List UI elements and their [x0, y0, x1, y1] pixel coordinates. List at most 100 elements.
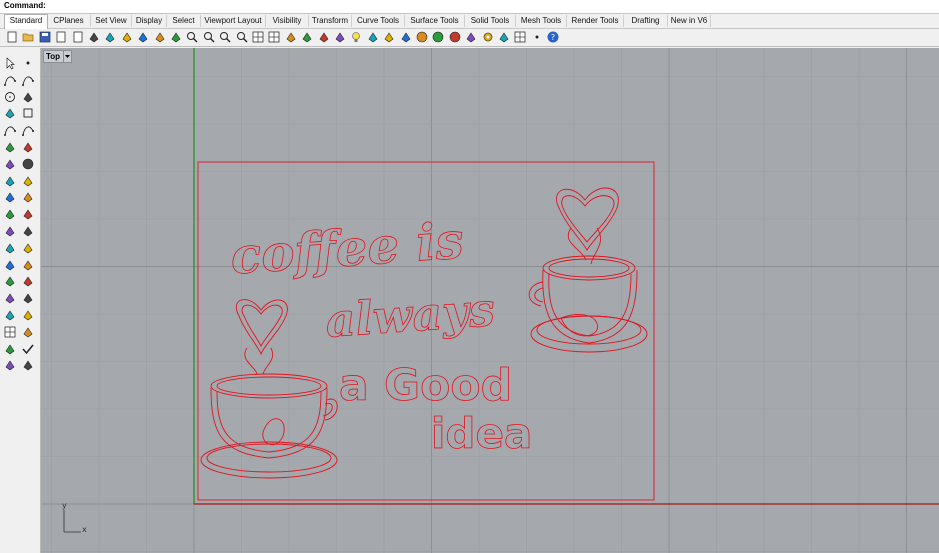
top-viewport[interactable]: coffee is always a Good idea y x Top	[41, 48, 939, 553]
pan-icon[interactable]	[153, 30, 167, 44]
car-icon[interactable]	[284, 30, 298, 44]
circle-icon[interactable]	[3, 90, 17, 104]
explode-icon[interactable]	[21, 241, 35, 255]
select-icon[interactable]	[300, 30, 314, 44]
render-icon[interactable]	[464, 30, 478, 44]
fillet-curve-icon[interactable]	[21, 123, 35, 137]
solid-tools-icon[interactable]	[3, 308, 17, 322]
check-icon[interactable]	[21, 342, 35, 356]
polyline-icon[interactable]	[3, 73, 17, 87]
tab-standard[interactable]: Standard	[4, 14, 48, 29]
select-arrow-icon[interactable]	[3, 56, 17, 70]
tab-drafting[interactable]: Drafting	[624, 15, 668, 27]
grid-array-icon[interactable]	[3, 325, 17, 339]
offset-icon[interactable]	[3, 258, 17, 272]
join-icon[interactable]	[21, 224, 35, 238]
tab-set-view[interactable]: Set View	[91, 15, 132, 27]
import-icon[interactable]	[71, 30, 85, 44]
analyze-icon[interactable]	[3, 358, 17, 372]
undo-icon[interactable]	[136, 30, 150, 44]
viewport-layout-icon[interactable]	[267, 30, 281, 44]
tab-transform[interactable]: Transform	[309, 15, 352, 27]
copy-icon[interactable]	[103, 30, 117, 44]
cplane-icon[interactable]	[317, 30, 331, 44]
ghosted-sphere-icon[interactable]	[448, 30, 462, 44]
surface-icon[interactable]	[3, 140, 17, 154]
tab-cplanes[interactable]: CPlanes	[47, 15, 91, 27]
print-icon[interactable]	[54, 30, 68, 44]
blend-icon[interactable]	[21, 258, 35, 272]
show-icon[interactable]	[333, 30, 347, 44]
mesh-tool-icon[interactable]	[21, 207, 35, 221]
lightbulb-icon[interactable]	[349, 30, 363, 44]
rectangle-icon[interactable]	[21, 106, 35, 120]
array-icon[interactable]	[3, 274, 17, 288]
surface-edit-icon[interactable]	[21, 140, 35, 154]
command-label: Command:	[4, 1, 46, 10]
artwork-line-2: always	[324, 282, 497, 348]
open-icon[interactable]	[21, 30, 35, 44]
boolean-icon[interactable]	[3, 190, 17, 204]
material-icon[interactable]	[399, 30, 413, 44]
viewport-title[interactable]: Top	[43, 50, 72, 63]
tab-select[interactable]: Select	[167, 15, 201, 27]
layer-icon[interactable]	[382, 30, 396, 44]
viewport-menu-arrow-icon[interactable]	[63, 51, 71, 62]
zoom-window-icon[interactable]	[218, 30, 232, 44]
arc-icon[interactable]	[3, 123, 17, 137]
points-icon[interactable]	[530, 30, 544, 44]
block-icon[interactable]	[21, 291, 35, 305]
left-coffee-cup[interactable]	[200, 299, 338, 479]
help-icon[interactable]: ?	[546, 30, 560, 44]
shaded-sphere-icon[interactable]	[431, 30, 445, 44]
four-viewports-icon[interactable]	[251, 30, 265, 44]
tab-solid-tools[interactable]: Solid Tools	[465, 15, 516, 27]
tab-new-in-v6[interactable]: New in V6	[668, 15, 711, 27]
point-icon[interactable]	[21, 56, 35, 70]
tab-curve-tools[interactable]: Curve Tools	[352, 15, 405, 27]
dimension-icon[interactable]	[21, 308, 35, 322]
new-icon[interactable]	[5, 30, 19, 44]
tab-render-tools[interactable]: Render Tools	[567, 15, 624, 27]
options-gear-icon[interactable]	[481, 30, 495, 44]
polygon-icon[interactable]	[3, 106, 17, 120]
render-icon[interactable]	[21, 325, 35, 339]
split-icon[interactable]	[3, 224, 17, 238]
ellipse-icon[interactable]	[21, 90, 35, 104]
right-coffee-cup[interactable]	[528, 187, 648, 353]
standard-toolbar: ?	[0, 29, 939, 47]
lock-icon[interactable]	[366, 30, 380, 44]
trim-icon[interactable]	[3, 241, 17, 255]
tab-surface-tools[interactable]: Surface Tools	[405, 15, 465, 27]
zoom-extents-icon[interactable]	[202, 30, 216, 44]
mesh-icon[interactable]	[3, 207, 17, 221]
move-icon[interactable]	[21, 274, 35, 288]
draft-icon[interactable]	[21, 358, 35, 372]
extrude-icon[interactable]	[21, 174, 35, 188]
sphere-icon[interactable]	[21, 157, 35, 171]
curve-icon[interactable]	[21, 73, 35, 87]
viewport-canvas[interactable]: coffee is always a Good idea y x	[41, 48, 939, 553]
engraving-artwork[interactable]: coffee is always a Good idea	[197, 161, 655, 501]
filter-icon[interactable]	[497, 30, 511, 44]
cylinder-icon[interactable]	[3, 174, 17, 188]
group-icon[interactable]	[3, 291, 17, 305]
tab-visibility[interactable]: Visibility	[266, 15, 309, 27]
box-icon[interactable]	[3, 157, 17, 171]
artwork-line-3: a Good	[339, 360, 512, 411]
zoom-selected-icon[interactable]	[235, 30, 249, 44]
render-sphere-icon[interactable]	[415, 30, 429, 44]
command-input[interactable]	[44, 0, 924, 12]
tab-viewport-layout[interactable]: Viewport Layout	[201, 15, 266, 27]
cut-icon[interactable]	[87, 30, 101, 44]
paste-icon[interactable]	[120, 30, 134, 44]
tab-display[interactable]: Display	[132, 15, 167, 27]
grid-snap-icon[interactable]	[513, 30, 527, 44]
transform-icon[interactable]	[3, 342, 17, 356]
svg-text:?: ?	[551, 33, 555, 42]
zoom-icon[interactable]	[185, 30, 199, 44]
tab-mesh-tools[interactable]: Mesh Tools	[516, 15, 567, 27]
save-icon[interactable]	[38, 30, 52, 44]
shell-icon[interactable]	[21, 190, 35, 204]
rotate-view-icon[interactable]	[169, 30, 183, 44]
